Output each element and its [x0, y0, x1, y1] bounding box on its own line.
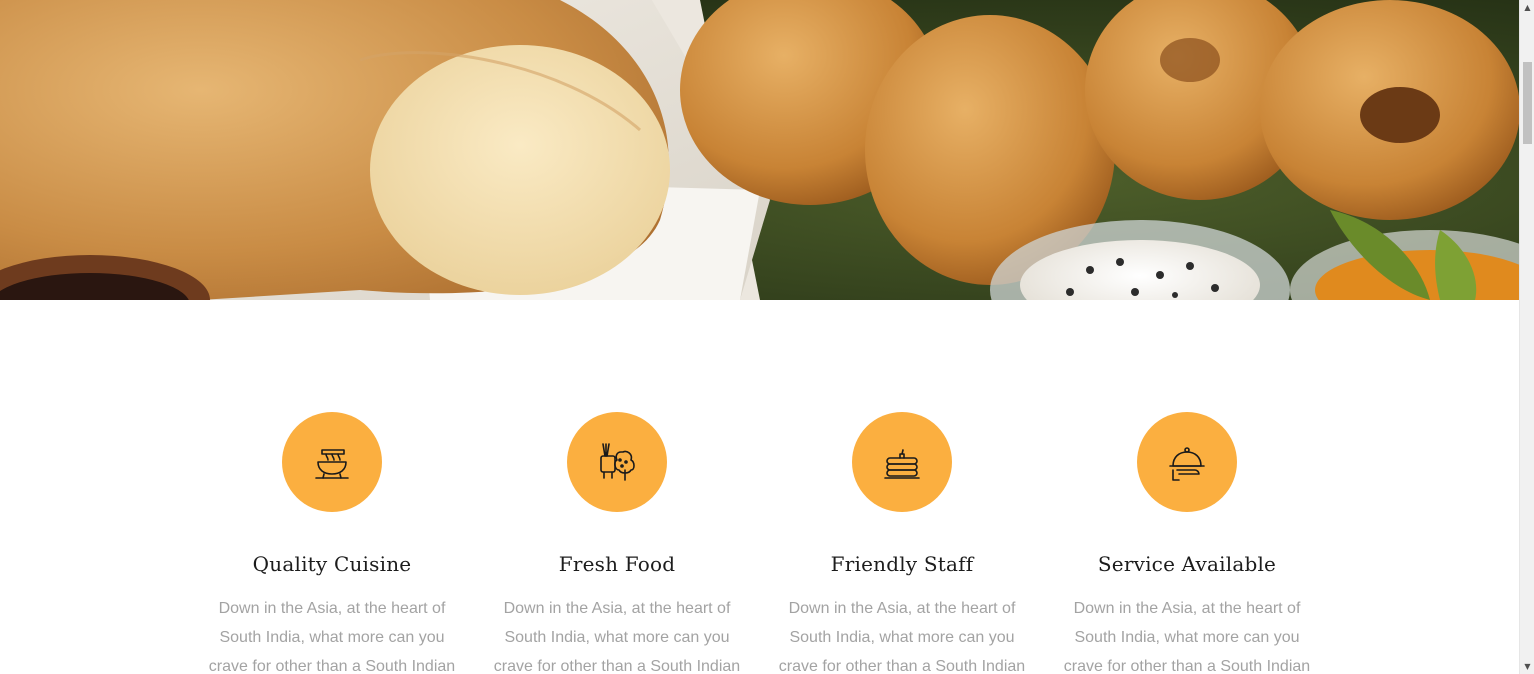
feature-title: Friendly Staff [830, 552, 974, 576]
feature-description-line: crave for other than a South Indian [1063, 658, 1311, 674]
feature-description-line: crave for other than a South Indian [493, 658, 741, 674]
feature-description-line: crave for other than a South Indian [778, 658, 1026, 674]
scrollbar-thumb[interactable] [1523, 62, 1532, 144]
vertical-scrollbar[interactable]: ▲ ▼ [1519, 0, 1534, 674]
feature-description: Down in the Asia, at the heart of South … [482, 594, 752, 674]
feature-description: Down in the Asia, at the heart of South … [1052, 594, 1322, 674]
feature-service-available: Service Available Down in the Asia, at t… [1052, 412, 1322, 674]
feature-description-line: Down in the Asia, at the heart of [218, 600, 446, 617]
feature-description-line: South India, what more can you [504, 629, 730, 646]
feature-description: Down in the Asia, at the heart of South … [197, 594, 467, 674]
feature-description-line: Down in the Asia, at the heart of [503, 600, 731, 617]
scroll-up-arrow-icon[interactable]: ▲ [1520, 0, 1534, 15]
scroll-down-arrow-icon[interactable]: ▼ [1520, 659, 1534, 674]
feature-description-line: South India, what more can you [219, 629, 445, 646]
feature-description-line: Down in the Asia, at the heart of [1073, 600, 1301, 617]
feature-description-line: South India, what more can you [1074, 629, 1300, 646]
features-section: Quality Cuisine Down in the Asia, at the… [0, 300, 1519, 674]
food-photo-illustration [0, 0, 1519, 300]
serving-cloche-icon [1169, 447, 1205, 481]
feature-fresh-food: Fresh Food Down in the Asia, at the hear… [482, 412, 752, 674]
feature-description-line: crave for other than a South Indian [208, 658, 456, 674]
feature-icon-circle [282, 412, 382, 512]
feature-description-line: South India, what more can you [789, 629, 1015, 646]
feature-icon-circle [1137, 412, 1237, 512]
feature-icon-circle [852, 412, 952, 512]
feature-friendly-staff: Friendly Staff Down in the Asia, at the … [767, 412, 1037, 674]
feature-description-line: Down in the Asia, at the heart of [788, 600, 1016, 617]
feature-title: Quality Cuisine [252, 552, 412, 576]
feature-title: Service Available [1097, 552, 1277, 576]
hero-food-image [0, 0, 1519, 300]
feature-description: Down in the Asia, at the heart of South … [767, 594, 1037, 674]
feature-title: Fresh Food [558, 552, 676, 576]
feature-quality-cuisine: Quality Cuisine Down in the Asia, at the… [197, 412, 467, 674]
feature-icon-circle [567, 412, 667, 512]
pancake-stack-icon [884, 449, 920, 479]
fresh-food-icon [600, 443, 635, 481]
soup-bowl-icon [315, 449, 349, 479]
